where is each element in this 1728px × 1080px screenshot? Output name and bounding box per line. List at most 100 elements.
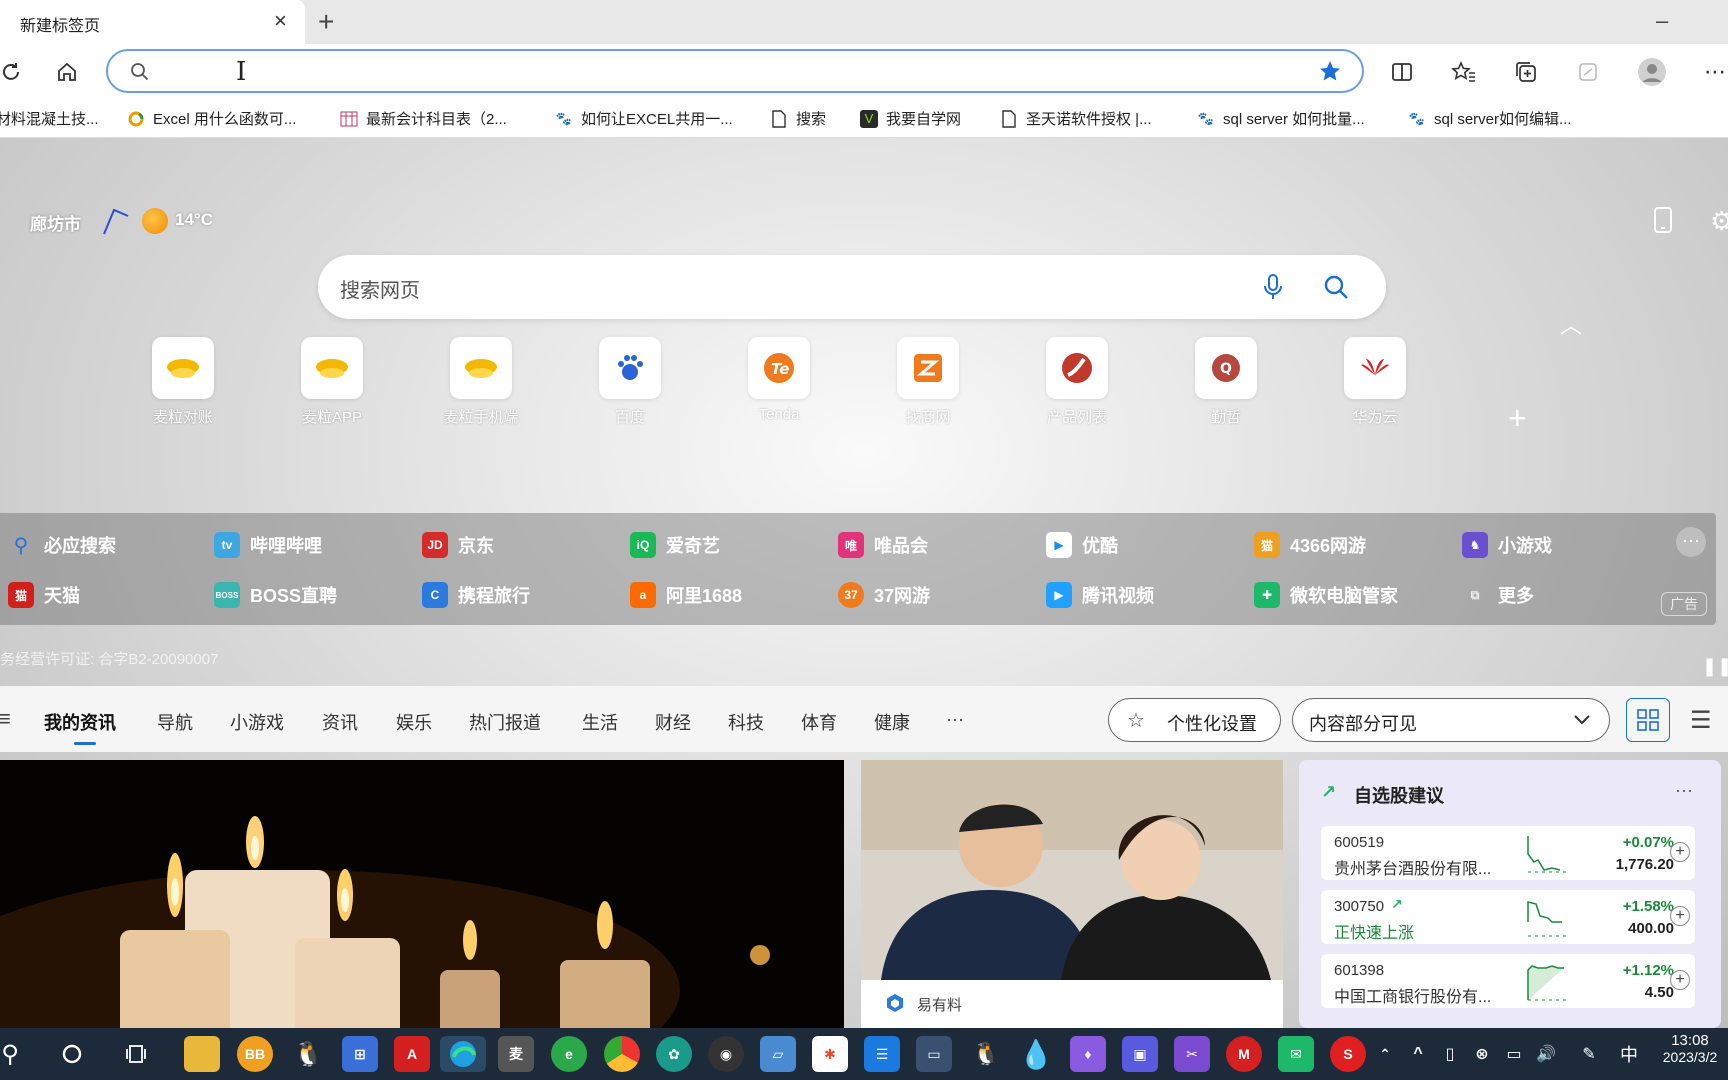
favorite-star-icon[interactable]: [1318, 59, 1342, 83]
news-card-couple[interactable]: 易有料: [861, 760, 1283, 1028]
tile-maili-mobile[interactable]: 麦粒手机端: [431, 337, 531, 427]
new-tab-button[interactable]: +: [318, 6, 334, 38]
search-icon[interactable]: ⚲: [0, 1036, 28, 1072]
quicklink-vip[interactable]: 唯唯品会: [838, 532, 928, 558]
quicklink-iqiyi[interactable]: iQ 爱奇艺: [630, 532, 720, 558]
app-teal-icon[interactable]: ✿: [656, 1036, 692, 1072]
volume-icon[interactable]: 🔊: [1532, 1036, 1560, 1072]
feed-tab[interactable]: 科技: [728, 709, 764, 735]
weather-city[interactable]: 廊坊市: [30, 210, 81, 235]
address-bar[interactable]: I: [106, 49, 1364, 93]
app-red-circle-icon[interactable]: S: [1330, 1036, 1366, 1072]
split-screen-icon[interactable]: [1387, 57, 1417, 87]
web-search-box[interactable]: 搜索网页: [318, 255, 1386, 319]
refresh-icon[interactable]: [0, 57, 26, 87]
tile-huawei-cloud[interactable]: 华为云: [1325, 337, 1425, 427]
ime-indicator[interactable]: 中: [1615, 1036, 1643, 1072]
quicklink-1688[interactable]: a 阿里1688: [630, 582, 742, 608]
quicklink-youku[interactable]: ▶ 优酷: [1046, 532, 1118, 558]
bookmark-item[interactable]: 🐾 如何让EXCEL共用一...: [555, 108, 733, 129]
tab-new-tab[interactable]: 新建标签页 ×: [0, 0, 305, 44]
microphone-icon[interactable]: [1262, 273, 1284, 301]
quicklink-4366[interactable]: 猫 4366网游: [1254, 532, 1366, 558]
app-mai-icon[interactable]: 麦: [498, 1036, 534, 1072]
tile-zhaoshang[interactable]: 找商网: [878, 337, 978, 427]
profile-avatar[interactable]: [1637, 57, 1667, 87]
tile-maili-app[interactable]: 麦粒APP: [282, 337, 382, 427]
quicklink-bing[interactable]: ⚲ 必应搜索: [8, 532, 116, 558]
weather-temp[interactable]: 14°C: [175, 210, 213, 230]
menu-icon[interactable]: ≡: [0, 706, 11, 732]
feed-tab-my-news[interactable]: 我的资讯: [44, 709, 116, 735]
search-icon[interactable]: [1322, 273, 1350, 301]
quicklink-more[interactable]: ⧉ 更多: [1462, 582, 1534, 608]
minimize-button[interactable]: –: [1656, 8, 1668, 34]
pen-icon[interactable]: ✎: [1575, 1036, 1603, 1072]
bookmark-item[interactable]: Excel 用什么函数可...: [127, 108, 296, 129]
bookmark-item[interactable]: 🐾 sql server如何编辑...: [1408, 108, 1572, 129]
file-explorer-icon[interactable]: [184, 1036, 220, 1072]
bookmark-item[interactable]: 搜索: [770, 108, 826, 129]
tile-product-list[interactable]: 产品列表: [1027, 337, 1127, 427]
app-purple-icon[interactable]: ♦: [1070, 1036, 1106, 1072]
app-note-icon[interactable]: ▱: [760, 1036, 796, 1072]
app-scanner-icon[interactable]: ▭: [916, 1036, 952, 1072]
home-icon[interactable]: [52, 57, 82, 87]
quicklink-bilibili[interactable]: tv 哔哩哔哩: [214, 532, 322, 558]
quicklink-tencent-video[interactable]: ▶ 腾讯视频: [1046, 582, 1154, 608]
chrome-icon[interactable]: [604, 1036, 640, 1072]
bookmark-item[interactable]: V 我要自学网: [860, 108, 961, 129]
feed-tab[interactable]: 生活: [582, 709, 618, 735]
tray-close-icon[interactable]: ⊗: [1468, 1036, 1496, 1072]
stock-row[interactable]: 300750 ↗ 正快速上涨 +1.58% 400.00 +: [1321, 890, 1695, 944]
quicklink-minigames[interactable]: ♞ 小游戏: [1462, 532, 1552, 558]
task-view-icon[interactable]: [120, 1036, 156, 1072]
more-menu-icon[interactable]: ⋯: [1700, 57, 1728, 87]
app-penguin-icon[interactable]: 🐧: [968, 1036, 1004, 1072]
feed-tab[interactable]: 财经: [655, 709, 691, 735]
favorites-icon[interactable]: [1449, 57, 1479, 87]
feed-tab[interactable]: 资讯: [322, 709, 358, 735]
bookmark-item[interactable]: 材料混凝土技...: [0, 108, 99, 129]
app-bb-icon[interactable]: BB: [237, 1036, 273, 1072]
quicklink-pc-manager[interactable]: ✚ 微软电脑管家: [1254, 582, 1398, 608]
collapse-chevron-up-icon[interactable]: ︿: [1560, 308, 1582, 340]
app-camera-icon[interactable]: ▣: [1122, 1036, 1158, 1072]
edge-browser-icon[interactable]: [440, 1036, 486, 1072]
add-stock-button[interactable]: +: [1670, 970, 1690, 990]
app-bank-icon[interactable]: M: [1226, 1036, 1262, 1072]
stock-row[interactable]: 601398 中国工商银行股份有... +1.12% 4.50 +: [1321, 954, 1695, 1008]
add-tile-button[interactable]: +: [1508, 400, 1527, 437]
quicklink-boss[interactable]: BOSS BOSS直聘: [214, 582, 337, 608]
show-hidden-icons[interactable]: ^: [1404, 1036, 1432, 1072]
tile-baidu[interactable]: 百度: [580, 337, 680, 427]
system-clock[interactable]: 13:08 2023/3/2: [1652, 1032, 1728, 1065]
store-icon[interactable]: ⊞: [342, 1036, 378, 1072]
app-star-icon[interactable]: ✱: [812, 1036, 848, 1072]
personalize-button[interactable]: ☆ 个性化设置: [1108, 698, 1281, 742]
bookmark-item[interactable]: 圣天诺软件授权 |...: [1000, 108, 1152, 129]
quicklink-tmall[interactable]: 猫天猫: [8, 582, 80, 608]
quicklink-jd[interactable]: JD 京东: [422, 532, 494, 558]
app-scissors-icon[interactable]: ✂: [1174, 1036, 1210, 1072]
quicklinks-more-button[interactable]: ···: [1676, 527, 1706, 557]
tile-maili-duizhang[interactable]: 麦粒对账: [133, 337, 233, 427]
feed-tab[interactable]: 体育: [801, 709, 837, 735]
settings-gear-icon[interactable]: ⚙: [1710, 206, 1728, 237]
quicklink-37games[interactable]: 37 37网游: [838, 582, 930, 608]
qq-icon[interactable]: 🐧: [290, 1036, 326, 1072]
usb-icon[interactable]: ▯: [1436, 1036, 1464, 1072]
app-list-icon[interactable]: ☰: [864, 1036, 900, 1072]
stock-more-icon[interactable]: ···: [1675, 780, 1693, 801]
grid-view-button[interactable]: [1626, 698, 1670, 742]
feed-tab[interactable]: 热门报道: [469, 709, 541, 735]
network-icon[interactable]: ▭: [1500, 1036, 1528, 1072]
tile-qinzhe[interactable]: Q 勤哲: [1176, 337, 1276, 427]
feed-tab[interactable]: 小游戏: [230, 709, 284, 735]
bookmark-item[interactable]: 🐾 sql server 如何批量...: [1197, 108, 1365, 129]
feed-more-tabs[interactable]: ···: [946, 709, 964, 730]
feed-tab[interactable]: 娱乐: [396, 709, 432, 735]
feed-tab[interactable]: 导航: [157, 709, 193, 735]
pdf-reader-icon[interactable]: A: [394, 1036, 430, 1072]
collections-icon[interactable]: [1511, 57, 1541, 87]
